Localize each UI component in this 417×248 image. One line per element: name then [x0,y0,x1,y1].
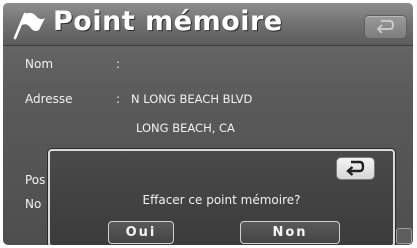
dialog-message: Effacer ce point mémoire? [142,193,301,207]
address-separator: : [116,92,121,106]
flag-icon [13,12,45,40]
name-separator: : [116,57,121,71]
return-arrow-icon [376,20,395,33]
name-label: Nom [25,57,54,71]
position-label: Pos [25,173,46,187]
confirm-delete-dialog: Effacer ce point mémoire? Oui Non [48,149,395,245]
navigation-screen: Point mémoire Nom : Adresse : N LONG BEA… [3,3,413,245]
number-label: No [25,197,42,211]
page-title: Point mémoire [53,6,283,37]
back-button[interactable] [364,15,407,39]
address-line-1: N LONG BEACH BLVD [131,92,253,106]
address-line-2: LONG BEACH, CA [136,121,235,135]
header-bar: Point mémoire [3,3,413,46]
yes-button[interactable]: Oui [108,221,174,244]
dialog-back-button[interactable] [336,157,375,180]
address-label: Adresse [25,92,73,106]
no-button[interactable]: Non [240,221,340,244]
scroll-handle[interactable] [396,228,412,244]
return-arrow-icon [346,160,365,176]
